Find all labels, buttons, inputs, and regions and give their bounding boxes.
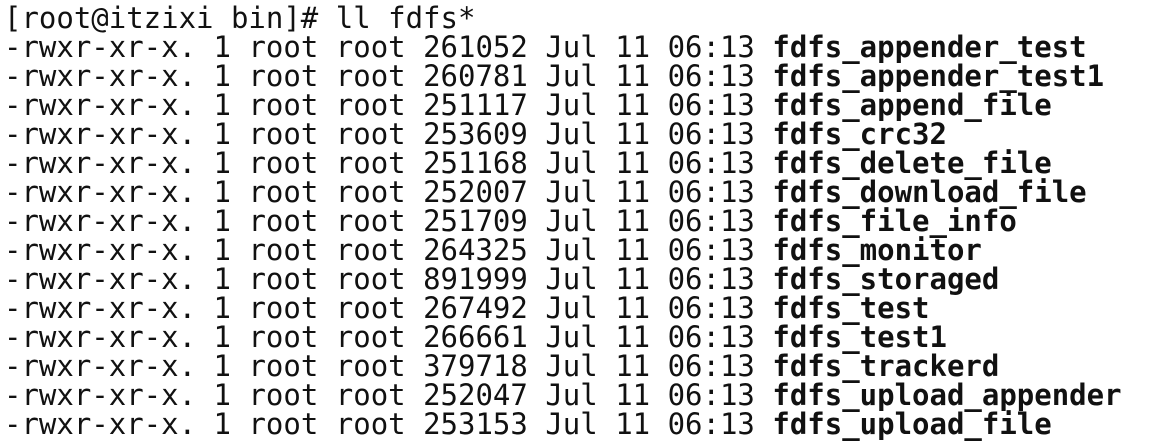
- file-listing: -rwxr-xr-x. 1 root root 261052 Jul 11 06…: [4, 33, 1153, 439]
- listing-row: -rwxr-xr-x. 1 root root 891999 Jul 11 06…: [4, 265, 1153, 294]
- listing-row: -rwxr-xr-x. 1 root root 379718 Jul 11 06…: [4, 352, 1153, 381]
- terminal-window[interactable]: [root@itzixi bin]# ll fdfs* -rwxr-xr-x. …: [0, 0, 1153, 441]
- listing-row: -rwxr-xr-x. 1 root root 260781 Jul 11 06…: [4, 62, 1153, 91]
- listing-row: -rwxr-xr-x. 1 root root 253153 Jul 11 06…: [4, 410, 1153, 439]
- file-owner: root: [248, 407, 319, 441]
- command-prompt-line: [root@itzixi bin]# ll fdfs*: [4, 4, 1153, 33]
- listing-row: -rwxr-xr-x. 1 root root 261052 Jul 11 06…: [4, 33, 1153, 62]
- file-month: Jul: [545, 407, 598, 441]
- listing-row: -rwxr-xr-x. 1 root root 252007 Jul 11 06…: [4, 178, 1153, 207]
- file-group: root: [335, 407, 406, 441]
- file-links: 1: [213, 407, 231, 441]
- listing-row: -rwxr-xr-x. 1 root root 253609 Jul 11 06…: [4, 120, 1153, 149]
- listing-row: -rwxr-xr-x. 1 root root 264325 Jul 11 06…: [4, 236, 1153, 265]
- listing-row: -rwxr-xr-x. 1 root root 252047 Jul 11 06…: [4, 381, 1153, 410]
- file-time: 06:13: [667, 407, 755, 441]
- file-perms: -rwxr-xr-x.: [4, 407, 197, 441]
- listing-row: -rwxr-xr-x. 1 root root 251117 Jul 11 06…: [4, 91, 1153, 120]
- listing-row: -rwxr-xr-x. 1 root root 267492 Jul 11 06…: [4, 294, 1153, 323]
- listing-row: -rwxr-xr-x. 1 root root 251709 Jul 11 06…: [4, 207, 1153, 236]
- file-name: fdfs_upload_file: [772, 407, 1052, 441]
- listing-row: -rwxr-xr-x. 1 root root 266661 Jul 11 06…: [4, 323, 1153, 352]
- listing-row: -rwxr-xr-x. 1 root root 251168 Jul 11 06…: [4, 149, 1153, 178]
- file-size: 253153: [423, 407, 528, 441]
- file-day: 11: [615, 407, 651, 441]
